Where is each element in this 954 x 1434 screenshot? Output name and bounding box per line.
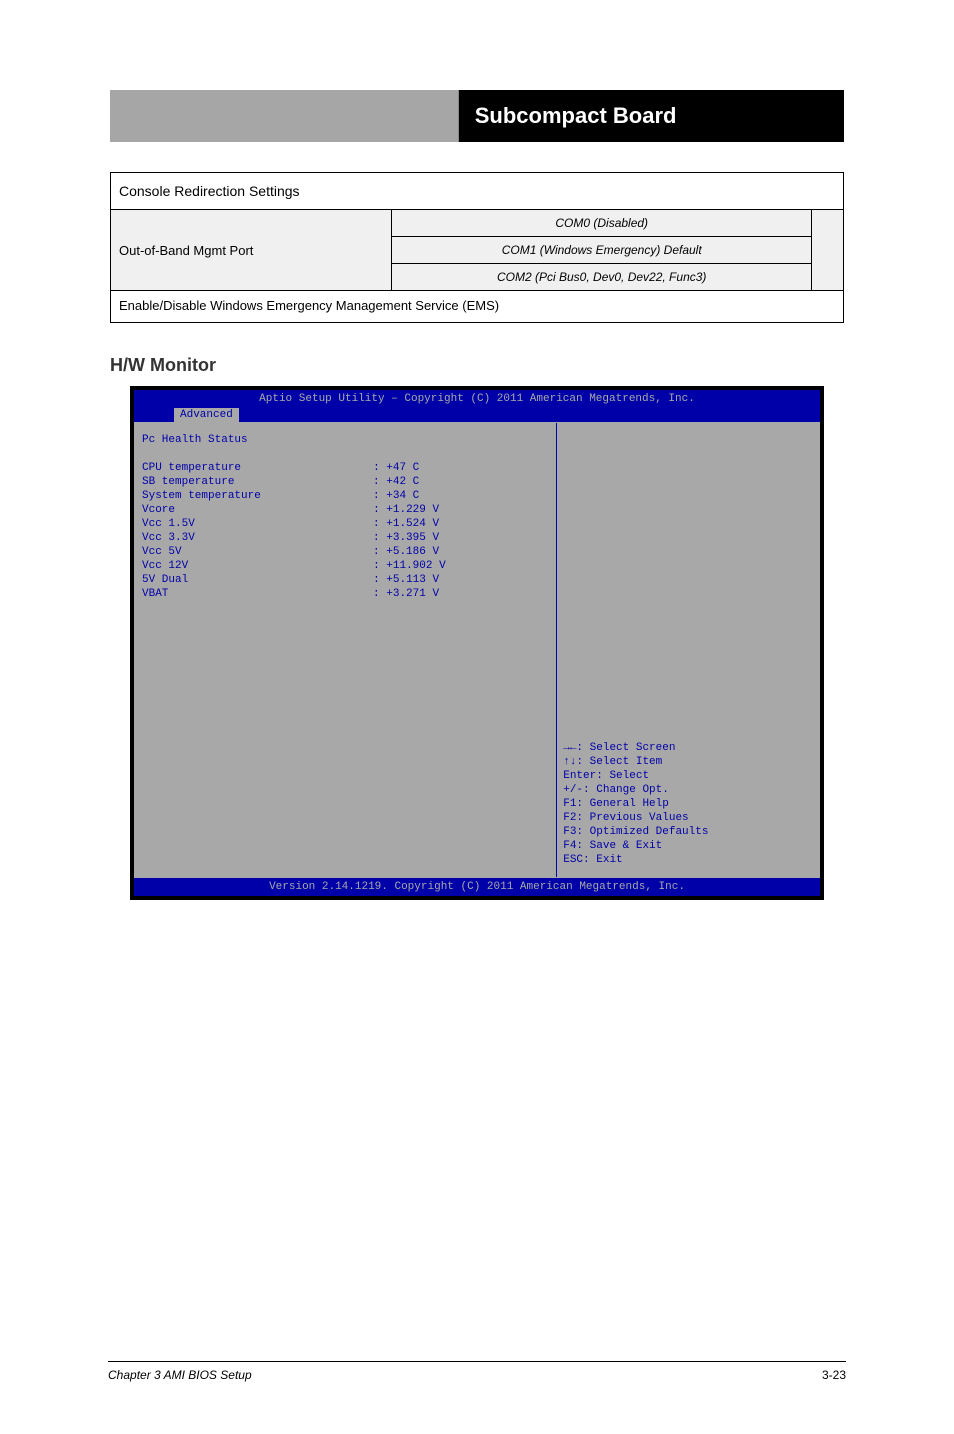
bios-row-val: : +1.524 V (373, 518, 439, 530)
header-category: Subcompact Board (459, 90, 844, 142)
help-line: F1: General Help (563, 797, 814, 811)
help-line: F3: Optimized Defaults (563, 825, 814, 839)
help-line: F2: Previous Values (563, 811, 814, 825)
section-heading-hwmonitor: H/W Monitor (110, 355, 844, 376)
bios-row-key: Vcc 1.5V (142, 518, 195, 530)
setting-label: Out-of-Band Mgmt Port (111, 210, 392, 291)
bios-titlebar: Aptio Setup Utility – Copyright (C) 2011… (134, 390, 820, 408)
bios-row-val: : +42 C (373, 476, 419, 488)
bios-help-panel: →←: Select Screen ↑↓: Select Item Enter:… (557, 423, 820, 877)
bios-row-key: Vcc 3.3V (142, 532, 195, 544)
desc-text: Windows Emergency Management Service (EM… (210, 298, 499, 313)
help-line: F4: Save & Exit (563, 839, 814, 853)
footer-page-number: 3-23 (822, 1368, 846, 1382)
table-row: Enable/Disable Windows Emergency Managem… (111, 291, 844, 323)
help-line: ESC: Exit (563, 853, 814, 867)
setting-option: COM0 (Disabled) (392, 210, 812, 237)
bios-row-key: CPU temperature (142, 462, 241, 474)
bios-screenshot: Aptio Setup Utility – Copyright (C) 2011… (130, 386, 824, 900)
console-settings-table: Console Redirection Settings Out-of-Band… (110, 172, 844, 323)
bios-row-key: Vcore (142, 504, 175, 516)
bios-row-val: : +34 C (373, 490, 419, 502)
help-line: +/-: Change Opt. (563, 783, 814, 797)
footer-chapter: Chapter 3 AMI BIOS Setup (108, 1368, 252, 1382)
desc-label: Enable/Disable (119, 298, 206, 313)
bios-footer: Version 2.14.1219. Copyright (C) 2011 Am… (134, 878, 820, 896)
bios-row-val: : +47 C (373, 462, 419, 474)
spacer (563, 433, 814, 741)
bios-row-val: : +3.395 V (373, 532, 439, 544)
table-header-row: Console Redirection Settings (111, 173, 844, 210)
bios-row-key: 5V Dual (142, 574, 188, 586)
bios-row-val: : +11.902 V (373, 560, 446, 572)
bios-left-panel: Pc Health Status CPU temperature : +47 C… (134, 423, 557, 877)
header-model-placeholder (110, 90, 459, 142)
bios-row-key: System temperature (142, 490, 261, 502)
setting-option: COM1 (Windows Emergency) Default (392, 237, 812, 264)
header-category-text: Subcompact Board (475, 103, 677, 129)
help-line: ↑↓: Select Item (563, 755, 814, 769)
setting-option: COM2 (Pci Bus0, Dev0, Dev22, Func3) (392, 264, 812, 291)
bios-row-key: VBAT (142, 588, 168, 600)
bios-row-val: : +3.271 V (373, 588, 439, 600)
bios-row-val: : +1.229 V (373, 504, 439, 516)
bios-body: Pc Health Status CPU temperature : +47 C… (134, 423, 820, 877)
bios-row-key: Vcc 5V (142, 546, 182, 558)
bios-tab-advanced[interactable]: Advanced (174, 408, 239, 422)
bios-section-title: Pc Health Status (142, 434, 248, 446)
bios-row-val: : +5.113 V (373, 574, 439, 586)
bios-row-val: : +5.186 V (373, 546, 439, 558)
page-footer: Chapter 3 AMI BIOS Setup 3-23 (108, 1361, 846, 1382)
bios-row-key: SB temperature (142, 476, 234, 488)
help-line: →←: Select Screen (563, 741, 814, 755)
bios-row-key: Vcc 12V (142, 560, 188, 572)
bios-tabs: Advanced (134, 408, 820, 422)
document-header: Subcompact Board (110, 90, 844, 142)
setting-description: Enable/Disable Windows Emergency Managem… (111, 291, 844, 323)
table-title: Console Redirection Settings (111, 173, 844, 210)
setting-empty (812, 210, 844, 291)
help-line: Enter: Select (563, 769, 814, 783)
table-row: Out-of-Band Mgmt Port COM0 (Disabled) (111, 210, 844, 237)
